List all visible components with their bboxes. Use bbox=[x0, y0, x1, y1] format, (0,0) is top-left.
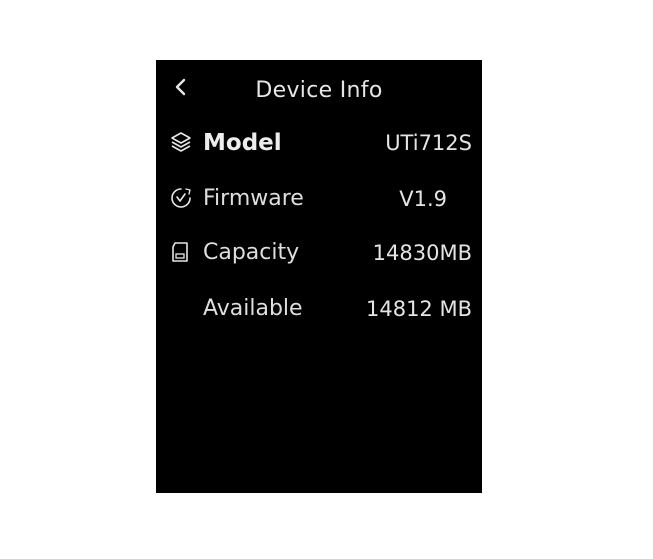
layers-icon bbox=[169, 130, 193, 154]
device-screen: Device Info Model UTi712S Firmware V1.9 … bbox=[156, 60, 482, 493]
row-value-model: UTi712S bbox=[385, 131, 472, 155]
row-label-available: Available bbox=[203, 296, 303, 321]
row-label-capacity: Capacity bbox=[203, 240, 300, 265]
chevron-left-icon bbox=[175, 78, 186, 96]
info-row-firmware: Firmware V1.9 bbox=[156, 182, 482, 218]
sd-card-icon bbox=[169, 240, 193, 264]
row-value-firmware: V1.9 bbox=[399, 187, 447, 211]
row-label-model: Model bbox=[203, 130, 282, 156]
row-value-capacity: 14830MB bbox=[372, 241, 472, 265]
row-value-available: 14812 MB bbox=[365, 297, 472, 321]
back-button[interactable] bbox=[170, 76, 190, 98]
info-row-available: Available 14812 MB bbox=[156, 292, 482, 328]
page: Device Info Model UTi712S Firmware V1.9 … bbox=[0, 0, 653, 559]
page-title: Device Info bbox=[255, 78, 383, 103]
row-label-firmware: Firmware bbox=[203, 186, 304, 211]
info-row-model: Model UTi712S bbox=[156, 126, 482, 162]
firmware-check-icon bbox=[169, 186, 193, 210]
info-row-capacity: Capacity 14830MB bbox=[156, 236, 482, 272]
